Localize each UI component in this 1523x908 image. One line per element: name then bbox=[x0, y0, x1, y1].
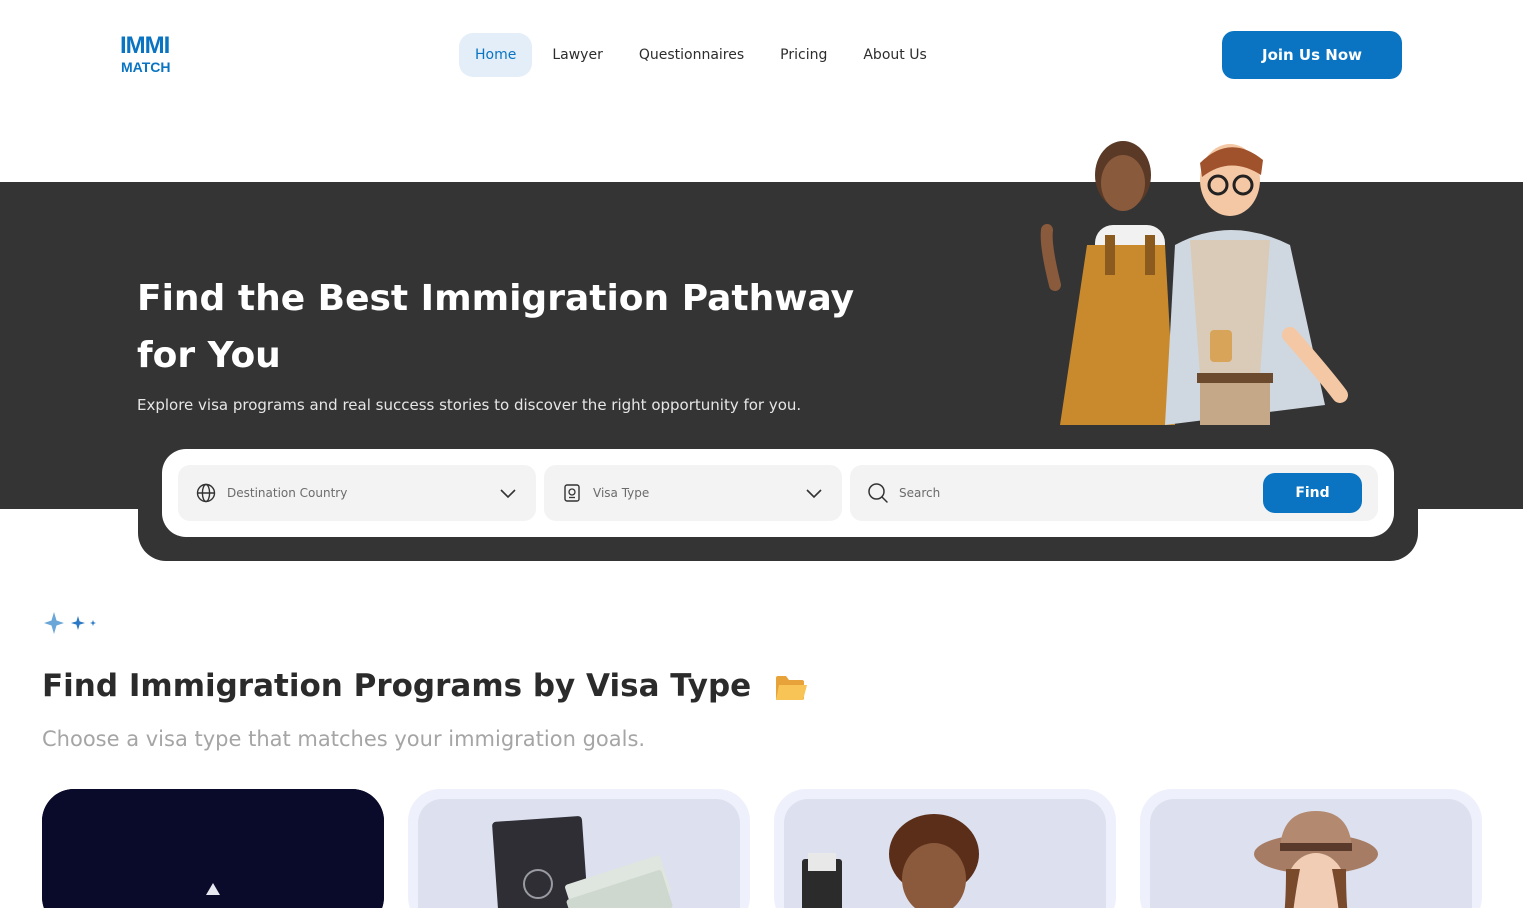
visa-card-3-image-area bbox=[784, 799, 1106, 908]
nav-about-us[interactable]: About Us bbox=[847, 33, 942, 77]
logo-top-text: IMMI bbox=[120, 32, 170, 59]
hero-subtitle: Explore visa programs and real success s… bbox=[137, 396, 802, 414]
visa-type-placeholder: Visa Type bbox=[593, 486, 650, 500]
section-title-text: Find Immigration Programs by Visa Type bbox=[42, 668, 752, 704]
nav-lawyer[interactable]: Lawyer bbox=[536, 33, 618, 77]
passport-icon bbox=[561, 482, 583, 504]
visa-card-1[interactable] bbox=[42, 789, 384, 908]
hero-title: Find the Best Immigration Pathway for Yo… bbox=[137, 278, 855, 376]
nav-questionnaires[interactable]: Questionnaires bbox=[623, 33, 760, 77]
visa-card-3[interactable] bbox=[774, 789, 1116, 908]
visa-type-select[interactable]: Visa Type bbox=[544, 465, 842, 521]
dark-visa-image bbox=[42, 789, 384, 908]
visa-card-2-image-area bbox=[418, 799, 740, 908]
find-button[interactable]: Find bbox=[1263, 473, 1362, 513]
chevron-down-icon bbox=[806, 489, 822, 499]
chevron-down-icon bbox=[500, 489, 516, 499]
section-subtitle: Choose a visa type that matches your imm… bbox=[42, 727, 646, 751]
passport-money-image bbox=[492, 816, 673, 908]
visa-card-2[interactable] bbox=[408, 789, 750, 908]
destination-country-placeholder: Destination Country bbox=[227, 486, 348, 500]
globe-icon bbox=[195, 482, 217, 504]
folder-icon bbox=[775, 675, 807, 700]
nav-pricing[interactable]: Pricing bbox=[764, 33, 843, 77]
main-nav: Home Lawyer Questionnaires Pricing About… bbox=[459, 33, 947, 77]
visa-card-4[interactable] bbox=[1140, 789, 1482, 908]
search-icon bbox=[867, 482, 889, 504]
immi-match-logo[interactable]: IMMI MATCH bbox=[120, 33, 184, 79]
visa-card-4-image-area bbox=[1150, 799, 1472, 908]
logo-bottom-text: MATCH bbox=[121, 59, 171, 75]
destination-country-select[interactable]: Destination Country bbox=[178, 465, 536, 521]
header: IMMI MATCH Home Lawyer Questionnaires Pr… bbox=[0, 0, 1523, 110]
man-with-passport-image bbox=[802, 814, 979, 908]
nav-home[interactable]: Home bbox=[459, 33, 533, 77]
section-title: Find Immigration Programs by Visa Type bbox=[42, 668, 808, 704]
join-us-now-button[interactable]: Join Us Now bbox=[1222, 31, 1402, 79]
hero-people-illustration bbox=[1040, 141, 1348, 425]
sparkle-icon bbox=[44, 612, 96, 634]
woman-with-hat-image bbox=[1254, 811, 1378, 908]
